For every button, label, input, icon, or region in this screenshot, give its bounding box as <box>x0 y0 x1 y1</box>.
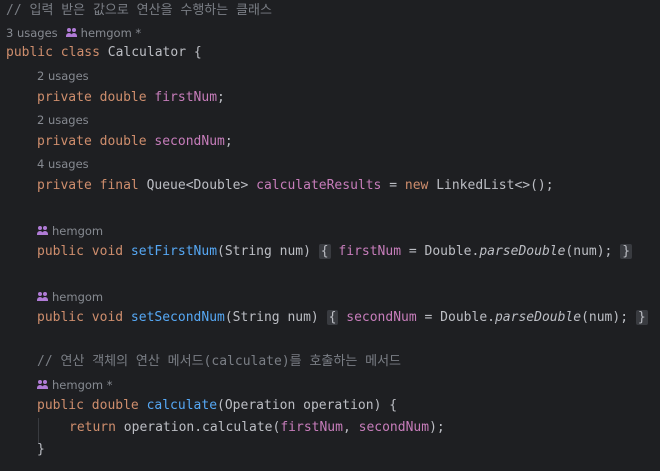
comma: , <box>342 420 359 435</box>
author-hint[interactable]: hemgom <box>52 224 103 238</box>
method-params: (Operation operation) { <box>217 398 398 413</box>
author-icon <box>37 226 49 236</box>
class-inlay-hints: 3 usages hemgom * <box>6 24 141 42</box>
semicolon: ; <box>224 134 233 149</box>
author-icon <box>37 292 49 302</box>
calc-call: operation.calculate( <box>115 420 281 435</box>
field-name: firstNum <box>154 90 218 105</box>
field-usages-hint[interactable]: 4 usages <box>6 155 89 173</box>
class-declaration: public class Calculator { <box>6 42 660 64</box>
field-ref: secondNum <box>346 310 417 325</box>
field-name: calculateResults <box>256 178 382 193</box>
field-declaration: private double firstNum; <box>6 87 660 109</box>
field-type: Queue<Double> <box>146 178 249 193</box>
arg-first-num: firstNum <box>280 420 343 435</box>
author-icon <box>37 380 49 390</box>
method-comment: // 연산 객체의 연산 메서드(calculate)를 호출하는 메서드 <box>37 354 401 369</box>
assign-operator: = <box>381 178 405 193</box>
field-usages-hint[interactable]: 2 usages <box>6 67 89 85</box>
call-end: ); <box>429 420 445 435</box>
method-author-hint: hemgom * <box>6 376 113 394</box>
method-modifiers: public void <box>37 310 124 325</box>
field-declaration: private final Queue<Double> calculateRes… <box>6 175 660 197</box>
method-author-hint: hemgom <box>6 222 103 240</box>
author-hint[interactable]: hemgom <box>52 290 103 304</box>
static-call: parseDouble <box>479 244 566 259</box>
new-keyword: new <box>404 178 429 193</box>
usages-hint[interactable]: 3 usages <box>6 26 58 40</box>
assign-expr: = Double. <box>401 244 480 259</box>
semicolon: ; <box>217 90 225 105</box>
method-params: (String num) <box>224 310 319 325</box>
folded-brace-open[interactable]: { <box>318 244 331 259</box>
return-keyword: return <box>69 420 116 435</box>
class-keyword: public class <box>6 45 100 60</box>
folded-brace-open[interactable]: { <box>326 310 339 325</box>
open-brace: { <box>193 45 202 60</box>
code-editor[interactable]: // 입력 받은 값으로 연산을 수행하는 클래스 3 usages hemgom… <box>0 0 660 471</box>
method-name: calculate <box>146 398 218 413</box>
call-args: (num); <box>581 310 629 325</box>
method-modifiers: public void <box>37 244 124 259</box>
field-modifiers: private final <box>37 178 139 193</box>
class-comment: // 입력 받은 값으로 연산을 수행하는 클래스 <box>6 3 272 18</box>
method-params: (String num) <box>217 244 311 259</box>
method-author-hint: hemgom <box>6 288 103 306</box>
author-hint[interactable]: hemgom * <box>52 378 113 392</box>
field-modifiers: private double <box>37 134 147 149</box>
method-name: setFirstNum <box>130 244 218 259</box>
arg-second-num: secondNum <box>358 420 430 435</box>
return-statement: return operation.calculate(firstNum, sec… <box>6 417 660 439</box>
field-declaration: private double secondNum; <box>6 131 660 153</box>
folded-brace-close[interactable]: } <box>620 244 633 259</box>
close-brace: } <box>37 442 45 457</box>
method-name: setSecondNum <box>130 310 225 325</box>
call-args: (num); <box>565 244 613 259</box>
field-usages-hint[interactable]: 2 usages <box>6 111 89 129</box>
assign-expr: = Double. <box>416 310 495 325</box>
author-icon <box>65 28 78 38</box>
method-set-second-num: public void setSecondNum(String num) { s… <box>6 307 660 329</box>
method-calculate: public double calculate(Operation operat… <box>6 395 660 417</box>
field-name: secondNum <box>154 134 225 149</box>
author-hint[interactable]: hemgom * <box>81 26 142 40</box>
folded-brace-close[interactable]: } <box>635 310 648 325</box>
static-call: parseDouble <box>494 310 582 325</box>
field-ref: firstNum <box>338 244 402 259</box>
field-modifiers: private double <box>37 90 147 105</box>
method-modifiers: public double <box>37 398 139 413</box>
class-name: Calculator <box>107 45 187 60</box>
method-set-first-num: public void setFirstNum(String num) { fi… <box>6 241 660 263</box>
constructor-call: LinkedList<>(); <box>436 178 554 193</box>
